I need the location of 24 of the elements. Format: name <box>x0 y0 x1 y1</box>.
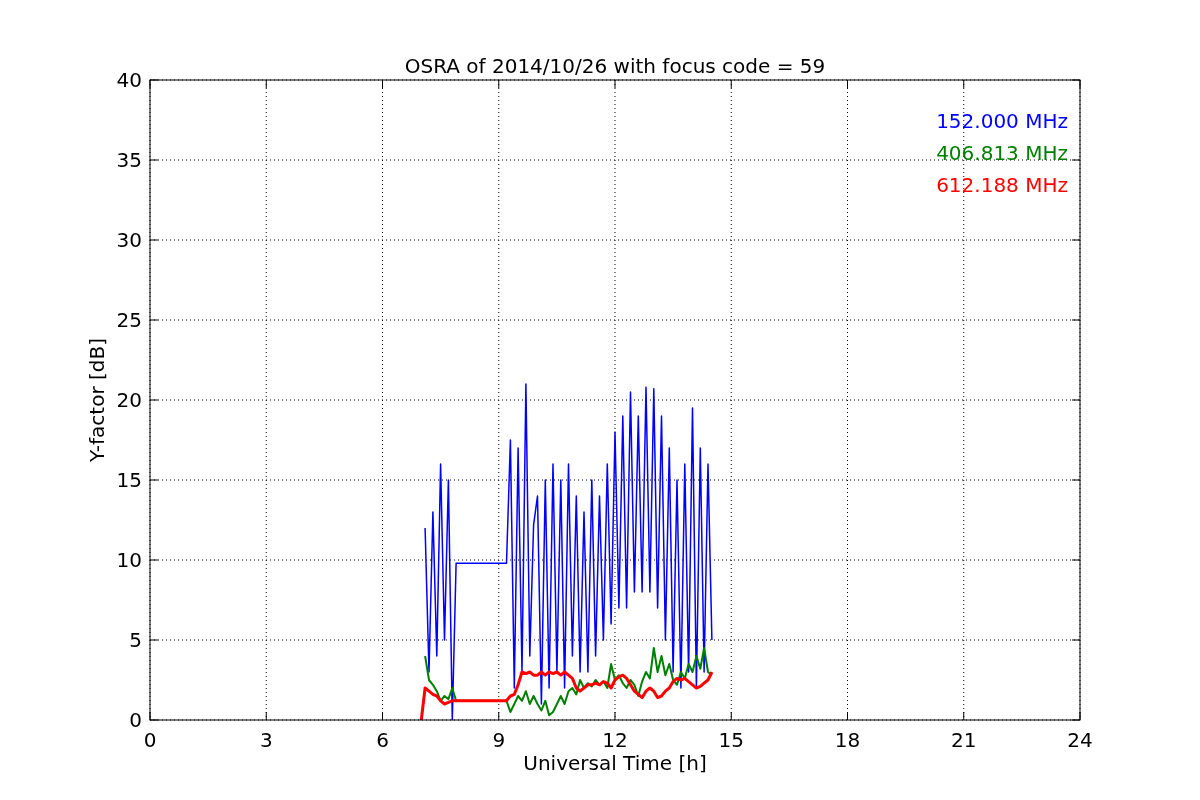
y-tick-label: 15 <box>116 468 142 492</box>
x-tick-label: 21 <box>951 728 977 752</box>
y-tick-label: 30 <box>116 228 142 252</box>
legend-label: 612.188 MHz <box>936 173 1068 197</box>
legend-label: 152.000 MHz <box>936 109 1068 133</box>
x-tick-label: 12 <box>602 728 628 752</box>
x-tick-label: 9 <box>492 728 506 752</box>
legend-label: 406.813 MHz <box>936 141 1068 165</box>
x-tick-label: 3 <box>259 728 273 752</box>
y-tick-label: 5 <box>129 628 142 652</box>
x-tick-label: 24 <box>1067 728 1093 752</box>
y-tick-label: 40 <box>116 68 142 92</box>
x-axis-label: Universal Time [h] <box>523 751 707 775</box>
x-tick-label: 18 <box>834 728 861 752</box>
y-tick-label: 10 <box>116 548 142 572</box>
x-tick-label: 6 <box>376 728 389 752</box>
y-tick-label: 25 <box>116 308 142 332</box>
y-tick-label: 0 <box>129 708 142 732</box>
y-tick-label: 35 <box>116 148 142 172</box>
y-axis-label: Y-factor [dB] <box>85 338 109 462</box>
y-tick-label: 20 <box>116 388 142 412</box>
chart-title: OSRA of 2014/10/26 with focus code = 59 <box>404 54 826 78</box>
x-tick-label: 0 <box>143 728 157 752</box>
x-tick-label: 15 <box>718 728 744 752</box>
